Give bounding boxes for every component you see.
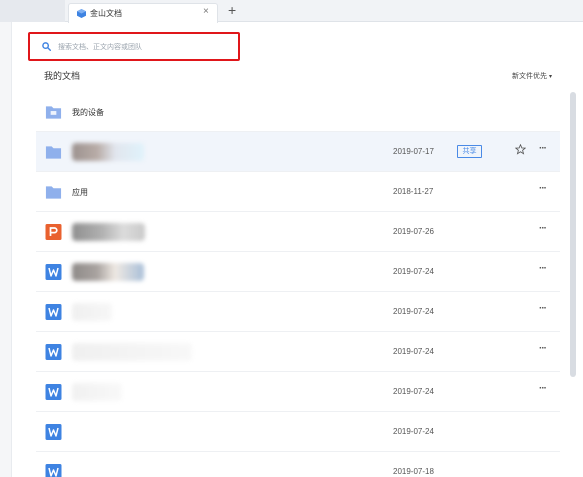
page-title: 我的文档	[44, 71, 81, 81]
file-row[interactable]: 2019-07-24 ···	[36, 372, 560, 412]
file-date: 2019-07-24	[393, 387, 434, 396]
word-document-icon	[45, 264, 62, 280]
word-document-icon	[45, 464, 62, 477]
more-options-icon[interactable]: ···	[539, 223, 547, 234]
more-options-icon[interactable]: ···	[539, 263, 547, 274]
file-date: 2019-07-17	[393, 147, 434, 156]
file-date: 2019-07-26	[393, 227, 434, 236]
file-date: 2019-07-24	[393, 267, 434, 276]
file-list: 我的设备 2019-07-17 共享 ··· 应用 2018-11-27 ···…	[36, 92, 560, 477]
blurred-file-name	[72, 343, 192, 361]
left-sidebar-strip	[0, 22, 12, 477]
more-options-icon[interactable]: ···	[539, 383, 547, 394]
folder-icon	[45, 146, 62, 159]
word-document-icon	[45, 384, 62, 400]
file-row[interactable]: 我的设备	[36, 92, 560, 132]
search-input[interactable]	[58, 40, 233, 54]
sort-label: 新文件优先	[512, 73, 547, 80]
blurred-file-name	[72, 223, 145, 241]
more-options-icon[interactable]: ···	[539, 183, 547, 194]
file-name: 应用	[72, 188, 88, 197]
word-document-icon	[45, 344, 62, 360]
word-document-icon	[45, 424, 62, 440]
search-icon	[42, 42, 51, 51]
file-date: 2019-07-24	[393, 347, 434, 356]
blurred-file-name	[72, 303, 112, 321]
shared-badge: 共享	[457, 145, 482, 158]
file-date: 2019-07-24	[393, 307, 434, 316]
file-row[interactable]: 2019-07-24 ···	[36, 292, 560, 332]
file-row[interactable]: 2019-07-18	[36, 452, 560, 477]
new-tab-button[interactable]: +	[228, 2, 236, 18]
star-icon[interactable]	[515, 144, 526, 155]
file-date: 2019-07-18	[393, 467, 434, 476]
file-row[interactable]: 2019-07-24 ···	[36, 252, 560, 292]
close-icon[interactable]: ×	[203, 6, 209, 18]
word-document-icon	[45, 304, 62, 320]
presentation-file-icon	[45, 224, 62, 240]
device-folder-icon	[45, 106, 62, 119]
tab-kingsoft-docs[interactable]: 金山文档 ×	[68, 3, 218, 23]
file-date: 2019-07-24	[393, 427, 434, 436]
chevron-down-icon: ▾	[549, 74, 553, 80]
file-row[interactable]: 2019-07-24 ···	[36, 332, 560, 372]
more-options-icon[interactable]: ···	[539, 143, 547, 154]
file-row[interactable]: 2019-07-24	[36, 412, 560, 452]
tab-bar: 金山文档 × +	[0, 0, 583, 23]
more-options-icon[interactable]: ···	[539, 303, 547, 314]
sort-dropdown[interactable]: 新文件优先 ▾	[512, 71, 552, 81]
file-date: 2018-11-27	[393, 187, 434, 196]
search-box[interactable]	[28, 32, 240, 61]
tab-title: 金山文档	[90, 9, 122, 18]
file-name: 我的设备	[72, 108, 104, 117]
file-row[interactable]: 2019-07-17 共享 ···	[36, 132, 560, 172]
blurred-file-name	[72, 383, 122, 401]
blurred-file-name	[72, 263, 144, 281]
scrollbar[interactable]	[570, 92, 576, 377]
folder-icon	[45, 186, 62, 199]
more-options-icon[interactable]: ···	[539, 343, 547, 354]
file-row[interactable]: 应用 2018-11-27 ···	[36, 172, 560, 212]
tab-bar-empty-area	[0, 0, 65, 22]
kingsoft-docs-logo-icon	[77, 9, 86, 18]
file-row[interactable]: 2019-07-26 ···	[36, 212, 560, 252]
blurred-file-name	[72, 143, 144, 161]
